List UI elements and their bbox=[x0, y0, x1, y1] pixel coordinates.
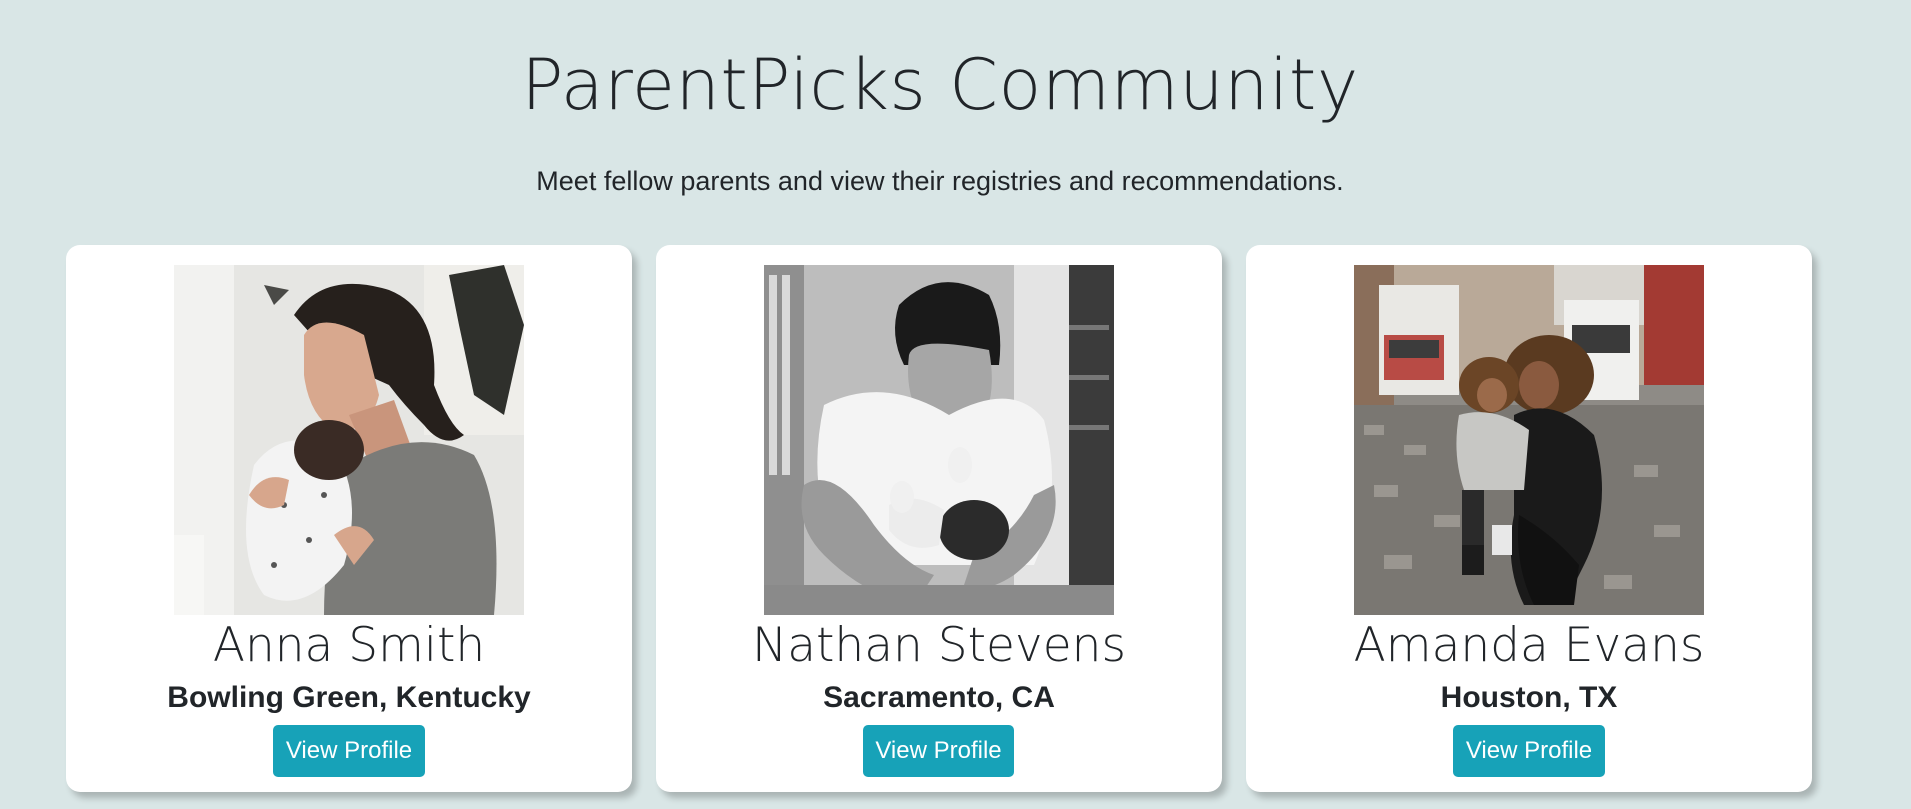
profile-name: Amanda Evans bbox=[1353, 618, 1705, 673]
profile-name: Anna Smith bbox=[212, 618, 486, 673]
profile-card: Amanda Evans Houston, TX View Profile bbox=[1246, 245, 1812, 792]
view-profile-button[interactable]: View Profile bbox=[273, 725, 425, 777]
profile-name: Nathan Stevens bbox=[752, 618, 1126, 673]
page-title: ParentPicks Community bbox=[521, 44, 1359, 126]
mother-and-child-street-photo bbox=[1354, 265, 1704, 615]
father-holding-newborn-bw-photo bbox=[764, 265, 1114, 615]
profile-card: Nathan Stevens Sacramento, CA View Profi… bbox=[656, 245, 1222, 792]
profile-location: Houston, TX bbox=[1440, 681, 1618, 714]
profile-card-list: Anna Smith Bowling Green, Kentucky View … bbox=[66, 245, 1836, 792]
profile-location: Bowling Green, Kentucky bbox=[167, 681, 531, 714]
view-profile-button[interactable]: View Profile bbox=[863, 725, 1014, 777]
profile-card: Anna Smith Bowling Green, Kentucky View … bbox=[66, 245, 632, 792]
view-profile-button[interactable]: View Profile bbox=[1453, 725, 1605, 777]
profile-location: Sacramento, CA bbox=[823, 681, 1055, 714]
profile-photo bbox=[174, 265, 524, 615]
profile-photo bbox=[764, 265, 1114, 615]
page-subtitle: Meet fellow parents and view their regis… bbox=[536, 166, 1344, 196]
mother-holding-newborn-photo bbox=[174, 265, 524, 615]
profile-photo bbox=[1354, 265, 1704, 615]
